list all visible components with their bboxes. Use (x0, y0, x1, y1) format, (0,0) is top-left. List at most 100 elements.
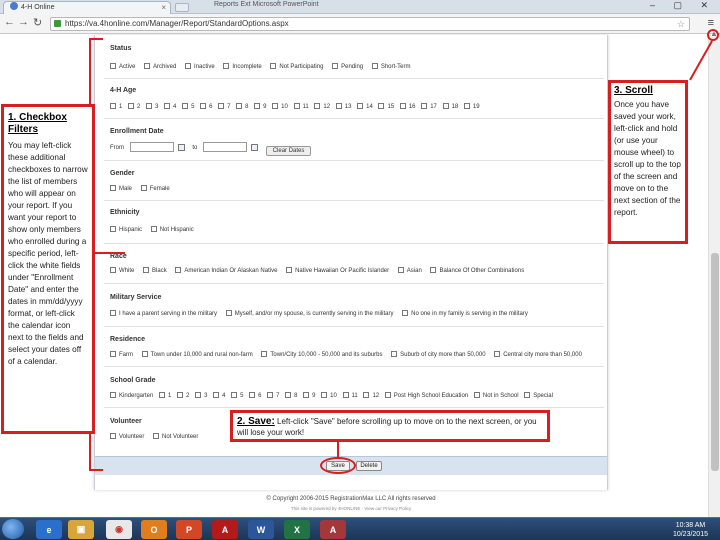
page-scrollbar[interactable]: ▲ (708, 29, 720, 517)
checkbox[interactable] (110, 351, 116, 357)
age-option[interactable]: 5 (182, 103, 194, 110)
grade-option[interactable]: 8 (285, 392, 297, 399)
checkbox[interactable] (153, 433, 160, 439)
age-option[interactable]: 16 (399, 103, 416, 110)
status-option[interactable]: Inactive (185, 63, 215, 70)
age-option[interactable]: 12 (314, 103, 330, 110)
checkbox[interactable] (143, 267, 150, 273)
new-tab-button[interactable] (175, 3, 189, 12)
word-icon[interactable]: W (248, 520, 274, 539)
status-option[interactable]: Incomplete (223, 63, 262, 70)
checkbox[interactable] (110, 267, 116, 273)
forward-arrow-icon[interactable]: → (18, 16, 29, 28)
checkbox[interactable] (141, 351, 148, 357)
checkbox[interactable] (175, 267, 182, 273)
grade-option[interactable]: Kindergarten (110, 392, 153, 399)
checkbox[interactable] (177, 392, 184, 398)
checkbox[interactable] (363, 392, 370, 398)
age-option[interactable]: 15 (378, 103, 394, 110)
checkbox[interactable] (494, 351, 501, 357)
grade-option[interactable]: 3 (195, 392, 207, 399)
grade-option[interactable]: 2 (177, 392, 189, 399)
ethnicity-option[interactable]: Hispanic (110, 226, 142, 233)
volunteer-option[interactable]: Volunteer (110, 433, 144, 440)
residence-option[interactable]: Town under 10,000 and rural non-farm (141, 351, 253, 358)
checkbox[interactable] (272, 103, 279, 109)
grade-option[interactable]: 4 (213, 392, 225, 399)
age-option[interactable]: 3 (146, 103, 158, 110)
checkbox[interactable] (223, 63, 230, 69)
status-option[interactable]: Short-Term (371, 63, 411, 70)
checkbox[interactable] (225, 310, 232, 316)
age-option[interactable]: 9 (254, 103, 266, 110)
checkbox[interactable] (128, 103, 135, 109)
military-option[interactable]: I have a parent serving in the military (110, 310, 217, 317)
checkbox[interactable] (332, 63, 339, 69)
age-option[interactable]: 7 (218, 103, 230, 110)
age-option[interactable]: 19 (463, 103, 480, 110)
grade-option[interactable]: Special (524, 392, 553, 399)
checkbox[interactable] (384, 392, 391, 398)
race-option[interactable]: American Indian Or Alaskan Native (175, 267, 277, 274)
race-option[interactable]: Balance Of Other Combinations (430, 267, 524, 274)
checkbox[interactable] (218, 103, 225, 109)
race-option[interactable]: Asian (397, 267, 422, 274)
checkbox[interactable] (430, 267, 437, 273)
checkbox[interactable] (140, 185, 147, 191)
checkbox[interactable] (286, 267, 293, 273)
checkbox[interactable] (399, 103, 406, 109)
scrollbar-thumb[interactable] (711, 253, 719, 471)
checkbox[interactable] (357, 103, 364, 109)
window-controls[interactable]: – ▢ ✕ (650, 0, 716, 11)
race-option[interactable]: Black (143, 267, 167, 274)
checkbox[interactable] (110, 226, 116, 232)
military-option[interactable]: Myself, and/or my spouse, is currently s… (225, 310, 393, 317)
checkbox[interactable] (342, 392, 349, 398)
powerpoint-icon[interactable]: P (176, 520, 202, 539)
checkbox[interactable] (321, 392, 328, 398)
checkbox[interactable] (421, 103, 428, 109)
calendar-icon[interactable] (251, 144, 259, 151)
checkbox[interactable] (463, 103, 470, 109)
age-option[interactable]: 17 (421, 103, 437, 110)
checkbox[interactable] (231, 392, 238, 398)
grade-option[interactable]: Not in School (473, 392, 519, 399)
grade-option[interactable]: 1 (159, 392, 171, 399)
start-button[interactable] (2, 519, 24, 539)
age-option[interactable]: 4 (164, 103, 176, 110)
checkbox[interactable] (371, 63, 378, 69)
age-option[interactable]: 13 (335, 103, 351, 110)
ethnicity-option[interactable]: Not Hispanic (150, 226, 194, 233)
volunteer-option[interactable]: Not Volunteer (153, 433, 198, 440)
grade-option[interactable]: 9 (303, 392, 316, 399)
grade-option[interactable]: 11 (342, 392, 358, 399)
checkbox[interactable] (391, 351, 398, 357)
browser-tab[interactable]: 4-H Online × (3, 1, 171, 14)
internet-explorer-icon[interactable]: e (36, 520, 62, 539)
status-option[interactable]: Pending (332, 63, 363, 70)
gender-option[interactable]: Male (110, 185, 132, 192)
age-option[interactable]: 10 (272, 103, 288, 110)
checkbox[interactable] (195, 392, 202, 398)
age-option[interactable]: 18 (442, 103, 458, 110)
residence-option[interactable]: Farm (110, 351, 133, 358)
grade-option[interactable]: 5 (231, 392, 243, 399)
gender-option[interactable]: Female (140, 185, 170, 192)
grade-option[interactable]: 6 (249, 392, 261, 399)
residence-option[interactable]: Central city more than 50,000 (494, 351, 582, 358)
checkbox[interactable] (293, 103, 300, 109)
race-option[interactable]: Native Hawaiian Or Pacific Islander (286, 267, 389, 274)
chrome-icon[interactable]: ◉ (106, 520, 132, 539)
checkbox[interactable] (144, 63, 151, 69)
checkbox[interactable] (146, 103, 153, 109)
age-option[interactable]: 11 (293, 103, 309, 110)
checkbox[interactable] (270, 63, 277, 69)
checkbox[interactable] (159, 392, 166, 398)
status-option[interactable]: Not Participating (270, 63, 323, 70)
checkbox[interactable] (236, 103, 243, 109)
grade-option[interactable]: Post High School Education (384, 392, 468, 399)
checkbox[interactable] (473, 392, 480, 398)
access-icon[interactable]: A (320, 520, 346, 539)
checkbox[interactable] (110, 310, 116, 316)
system-clock[interactable]: 10:38 AM 10/23/2015 (673, 521, 708, 539)
